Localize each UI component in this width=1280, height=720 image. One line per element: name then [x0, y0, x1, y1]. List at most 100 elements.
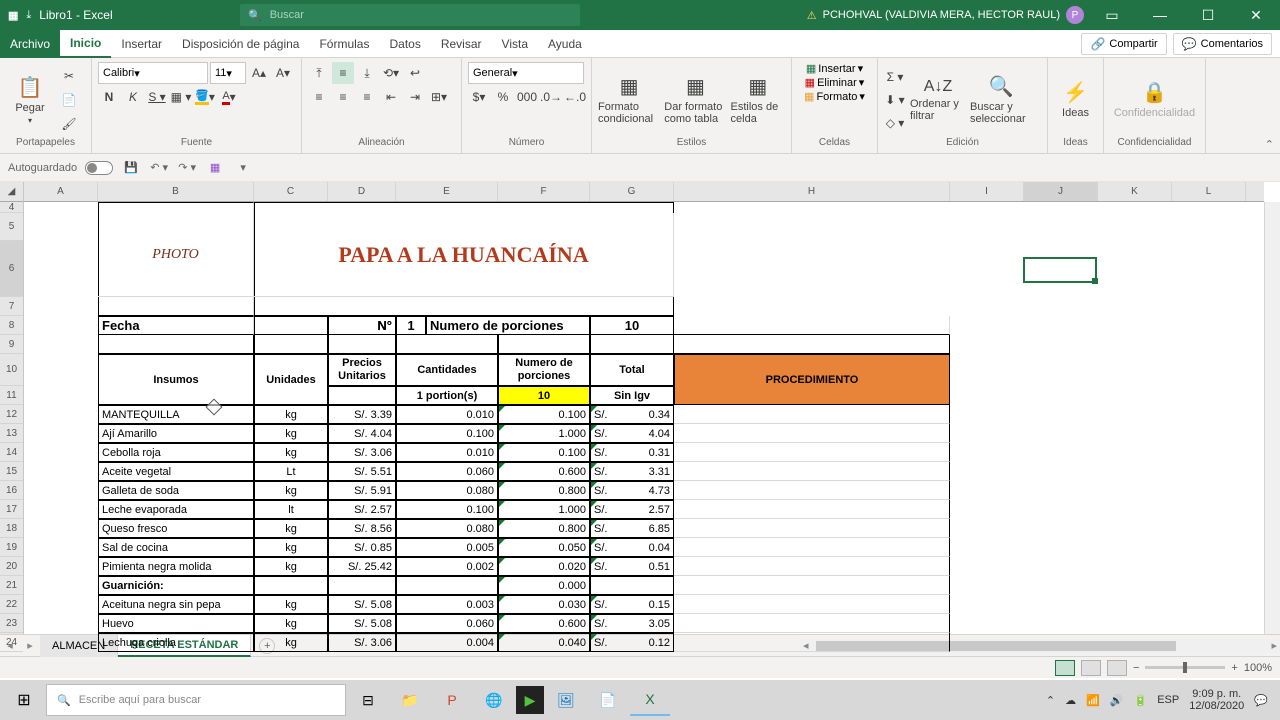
cell[interactable]: N°: [328, 316, 396, 335]
row-header-21[interactable]: 21: [0, 576, 23, 595]
cell[interactable]: kg: [254, 405, 328, 424]
row-header-6[interactable]: 6: [0, 241, 23, 297]
cell[interactable]: [590, 576, 674, 595]
zoom-slider[interactable]: [1145, 666, 1225, 669]
qat-extra-button[interactable]: ▦: [205, 158, 225, 178]
cell[interactable]: kg: [254, 538, 328, 557]
cell[interactable]: PHOTO: [98, 213, 254, 297]
cell[interactable]: kg: [254, 519, 328, 538]
taskbar-search[interactable]: 🔍 Escribe aquí para buscar: [46, 684, 346, 716]
cell[interactable]: 0.030: [498, 595, 590, 614]
tab-formulas[interactable]: Fórmulas: [309, 30, 379, 58]
undo-button[interactable]: ↶ ▾: [149, 158, 169, 178]
cell[interactable]: MANTEQUILLA: [98, 405, 254, 424]
tray-clock[interactable]: 9:09 p. m.12/08/2020: [1189, 688, 1244, 712]
cell[interactable]: S/.3.31: [590, 462, 674, 481]
increase-indent-button[interactable]: ⇥: [404, 86, 426, 108]
zoom-level[interactable]: 100%: [1244, 662, 1272, 674]
cell[interactable]: Cantidades: [396, 354, 498, 386]
cell[interactable]: 1.000: [498, 424, 590, 443]
merge-button[interactable]: ⊞▾: [428, 86, 450, 108]
cell[interactable]: [498, 335, 590, 354]
cell[interactable]: 10: [498, 386, 590, 405]
save-button[interactable]: 💾: [121, 158, 141, 178]
cell[interactable]: 0.002: [396, 557, 498, 576]
cell[interactable]: kg: [254, 481, 328, 500]
cell[interactable]: 0.010: [396, 443, 498, 462]
comma-button[interactable]: 000: [516, 86, 538, 108]
cell[interactable]: [674, 481, 950, 500]
cell[interactable]: S/. 3.06: [328, 443, 396, 462]
cell[interactable]: PAPA A LA HUANCAÍNA: [254, 213, 674, 297]
column-headers[interactable]: ABCDEFGHIJKL: [24, 182, 1264, 202]
row-header-11[interactable]: 11: [0, 386, 23, 405]
cell[interactable]: 0.800: [498, 481, 590, 500]
cell[interactable]: S/.0.15: [590, 595, 674, 614]
cells-insert-button[interactable]: ▦ Insertar ▾: [806, 62, 863, 75]
cell[interactable]: [328, 386, 396, 405]
cell[interactable]: S/.6.85: [590, 519, 674, 538]
cell[interactable]: [674, 557, 950, 576]
cell[interactable]: 0.050: [498, 538, 590, 557]
cell[interactable]: [396, 576, 498, 595]
cell[interactable]: S/.2.57: [590, 500, 674, 519]
number-format-select[interactable]: General ▾: [468, 62, 584, 84]
cell-styles-button[interactable]: ▦Estilos de celda: [731, 67, 785, 133]
tab-home[interactable]: Inicio: [60, 30, 111, 58]
cell[interactable]: [328, 576, 396, 595]
copy-button[interactable]: 📄: [58, 89, 80, 111]
tab-file[interactable]: Archivo: [0, 30, 60, 58]
fill-color-button[interactable]: 🪣▾: [194, 86, 216, 108]
row-header-20[interactable]: 20: [0, 557, 23, 576]
fill-button[interactable]: ⬇ ▾: [884, 89, 906, 111]
align-left-button[interactable]: ≡: [308, 86, 330, 108]
taskbar-excel[interactable]: X: [630, 684, 670, 716]
cells-delete-button[interactable]: ▦ Eliminar ▾: [805, 76, 865, 89]
clear-button[interactable]: ◇ ▾: [884, 112, 906, 134]
cell[interactable]: lt: [254, 500, 328, 519]
cell[interactable]: [674, 576, 950, 595]
tab-data[interactable]: Datos: [379, 30, 430, 58]
cell[interactable]: Numero de porciones: [498, 354, 590, 386]
cell[interactable]: [254, 316, 328, 335]
close-button[interactable]: ✕: [1236, 0, 1276, 30]
cell[interactable]: S/. 5.08: [328, 595, 396, 614]
col-header-H[interactable]: H: [674, 182, 950, 201]
taskbar-chrome[interactable]: 🌐: [474, 684, 514, 716]
cell[interactable]: Precios Unitarios: [328, 354, 396, 386]
col-header-C[interactable]: C: [254, 182, 328, 201]
accounting-button[interactable]: $▾: [468, 86, 490, 108]
cell[interactable]: Galleta de soda: [98, 481, 254, 500]
cell[interactable]: Ají Amarillo: [98, 424, 254, 443]
decrease-indent-button[interactable]: ⇤: [380, 86, 402, 108]
view-normal-button[interactable]: [1055, 660, 1075, 676]
row-header-17[interactable]: 17: [0, 500, 23, 519]
decrease-font-button[interactable]: A▾: [272, 62, 294, 84]
cell[interactable]: 0.060: [396, 614, 498, 633]
cell[interactable]: Lechuga criolla: [98, 633, 254, 652]
cell[interactable]: S/. 0.85: [328, 538, 396, 557]
cell[interactable]: Insumos: [98, 354, 254, 405]
increase-decimal-button[interactable]: .0→: [540, 86, 562, 108]
cell[interactable]: [674, 538, 950, 557]
zoom-in-button[interactable]: +: [1231, 662, 1237, 674]
tab-layout[interactable]: Disposición de página: [172, 30, 309, 58]
redo-button[interactable]: ↷ ▾: [177, 158, 197, 178]
row-header-4[interactable]: 4: [0, 202, 23, 213]
italic-button[interactable]: K: [122, 86, 144, 108]
comments-button[interactable]: 💬 Comentarios: [1173, 33, 1272, 55]
taskbar-app1[interactable]: ▶: [516, 686, 544, 714]
conditional-format-button[interactable]: ▦Formato condicional: [598, 67, 660, 133]
col-header-E[interactable]: E: [396, 182, 498, 201]
cell[interactable]: S/.4.73: [590, 481, 674, 500]
cell[interactable]: [590, 335, 674, 354]
cell[interactable]: S/. 4.04: [328, 424, 396, 443]
cell[interactable]: S/. 5.91: [328, 481, 396, 500]
cell[interactable]: Aceite vegetal: [98, 462, 254, 481]
cell[interactable]: kg: [254, 614, 328, 633]
col-header-D[interactable]: D: [328, 182, 396, 201]
cell[interactable]: [254, 335, 328, 354]
font-size-select[interactable]: 11 ▾: [210, 62, 246, 84]
qat-more-button[interactable]: ▾: [233, 158, 253, 178]
row-header-22[interactable]: 22: [0, 595, 23, 614]
